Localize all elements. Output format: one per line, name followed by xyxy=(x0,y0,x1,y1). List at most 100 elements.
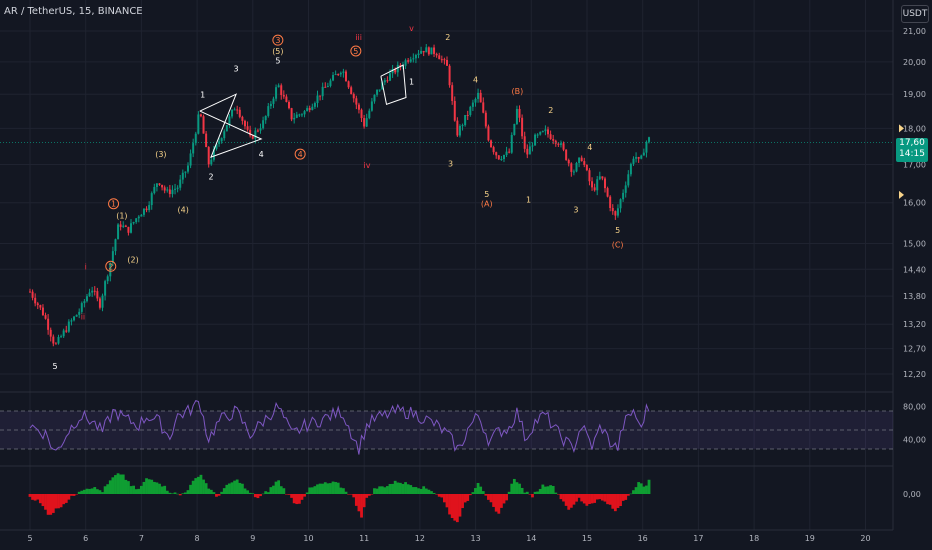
oscillator-bar xyxy=(629,493,633,495)
candle-body xyxy=(637,157,640,159)
oscillator-bar xyxy=(562,494,565,502)
chart[interactable]: 5iii12(1)(2)(3)(4)12343(5)54iii5ivv12345… xyxy=(0,0,932,550)
candle-body xyxy=(329,80,332,86)
oscillator-bar xyxy=(147,479,151,494)
oscillator-bar xyxy=(202,479,205,494)
oscillator-bar xyxy=(251,493,255,494)
candle-body xyxy=(246,126,249,130)
oscillator-bar xyxy=(287,494,291,495)
candle-body xyxy=(583,161,586,165)
candle-body xyxy=(238,109,241,117)
last-price-value: 17,60 xyxy=(899,138,925,148)
candle-body xyxy=(458,125,461,136)
candle-body xyxy=(645,141,648,153)
oscillator-bar xyxy=(564,494,568,506)
candle-body xyxy=(295,114,298,118)
oscillator-pane[interactable] xyxy=(28,473,651,523)
candle-body xyxy=(616,208,619,216)
oscillator-bar xyxy=(647,479,651,494)
oscillator-bar xyxy=(204,483,208,494)
candle-body xyxy=(83,301,86,304)
oscillator-bar xyxy=(101,492,104,494)
rsi-tick-label: 40,00 xyxy=(903,436,926,445)
wave-label: 4 xyxy=(259,150,264,159)
oscillator-bar xyxy=(606,494,609,505)
oscillator-bar xyxy=(300,494,304,500)
candle-body xyxy=(184,171,187,173)
oscillator-bar xyxy=(373,488,376,494)
oscillator-bar xyxy=(621,494,625,501)
candle-body xyxy=(528,146,531,155)
candle-body xyxy=(119,224,122,227)
oscillator-bar xyxy=(44,494,47,510)
wave-label: 2 xyxy=(445,33,450,42)
oscillator-bar xyxy=(46,494,50,515)
candle-body xyxy=(298,114,301,116)
oscillator-bar xyxy=(443,494,446,503)
oscillator-bar xyxy=(292,494,296,504)
oscillator-bar xyxy=(492,494,496,507)
oscillator-bar xyxy=(282,488,286,494)
candle-body xyxy=(80,303,83,312)
oscillator-bar xyxy=(466,494,470,501)
price-tick-label: 12,20 xyxy=(903,370,926,379)
candle-body xyxy=(451,85,454,101)
candle-body xyxy=(536,134,539,136)
candle-body xyxy=(435,53,438,56)
wave-label: iv xyxy=(364,161,371,170)
candle-body xyxy=(171,189,174,195)
oscillator-bar xyxy=(419,488,423,494)
price-tick-label: 13,20 xyxy=(903,320,926,329)
candle-body xyxy=(422,50,425,53)
candle-body xyxy=(179,179,182,188)
candle-body xyxy=(132,222,135,224)
oscillator-bar xyxy=(230,482,234,494)
time-axis[interactable]: 5 6 7 8 9 10 11 12 13 14 15 16 17 18 19 20 xyxy=(27,534,870,543)
wave-label: (1) xyxy=(116,212,127,221)
oscillator-bar xyxy=(575,494,578,502)
oscillator-bar xyxy=(559,494,563,500)
candle-body xyxy=(316,95,319,104)
candle-body xyxy=(352,94,355,99)
candle-body xyxy=(91,290,94,293)
candle-body xyxy=(52,336,55,344)
oscillator-bar xyxy=(129,486,133,494)
candle-body xyxy=(479,92,482,103)
candle-body xyxy=(376,89,379,95)
candle-body xyxy=(404,60,407,66)
oscillator-bar xyxy=(318,483,322,494)
time-tick-label: 14 xyxy=(526,534,536,543)
candle-body xyxy=(521,117,524,137)
oscillator-bar xyxy=(461,494,464,509)
oscillator-bar xyxy=(489,494,493,503)
oscillator-bar xyxy=(639,483,643,494)
candle-body xyxy=(611,208,614,212)
currency-button[interactable]: USDT xyxy=(901,5,929,23)
candle-body xyxy=(101,295,104,308)
candle-body xyxy=(497,155,500,160)
candle-body xyxy=(148,205,151,211)
price-pane[interactable] xyxy=(0,44,904,347)
oscillator-bar xyxy=(279,486,283,494)
time-tick-label: 20 xyxy=(860,534,870,543)
oscillator-bar xyxy=(512,478,516,494)
candle-body xyxy=(243,120,246,127)
oscillator-bar xyxy=(142,481,146,494)
rsi-pane[interactable] xyxy=(0,399,893,455)
oscillator-bar xyxy=(186,490,190,494)
oscillator-bar xyxy=(155,482,159,494)
oscillator-bar xyxy=(520,487,524,494)
candle-body xyxy=(293,117,296,120)
candle-body xyxy=(482,102,485,113)
candle-body xyxy=(629,163,632,175)
wave-label: (2) xyxy=(127,256,138,265)
price-axis[interactable]: 21,0020,0019,0018,0017,0016,0015,0014,40… xyxy=(903,27,926,499)
oscillator-bar xyxy=(181,493,185,494)
candle-body xyxy=(412,58,415,60)
oscillator-bar xyxy=(145,478,148,494)
oscillator-bar xyxy=(455,494,459,523)
oscillator-bar xyxy=(336,482,340,494)
oscillator-bar xyxy=(297,494,301,504)
oscillator-bar xyxy=(528,494,532,495)
candle-body xyxy=(280,85,283,96)
